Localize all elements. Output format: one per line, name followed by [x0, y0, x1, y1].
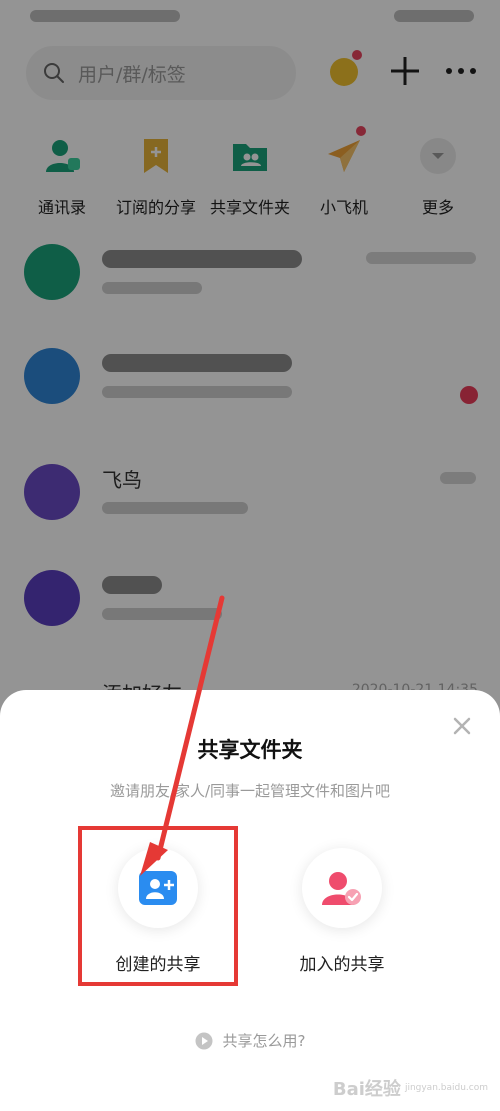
- play-icon: [195, 1032, 213, 1049]
- annotation-highlight-box: [78, 826, 238, 986]
- watermark: Bai经验 jingyan.baidu.com: [333, 1075, 488, 1101]
- joined-share-icon: [322, 872, 361, 905]
- shared-folder-sheet: 共享文件夹 邀请朋友/家人/同事一起管理文件和图片吧 创建的共享 加入的共享 共…: [0, 690, 500, 1111]
- watermark-text: Bai经验: [332, 1079, 401, 1100]
- sheet-subtitle: 邀请朋友/家人/同事一起管理文件和图片吧: [109, 782, 391, 800]
- sheet-title: 共享文件夹: [197, 738, 303, 762]
- joined-share-icon-wrap: [302, 848, 382, 928]
- joined-share-label: 加入的共享: [299, 955, 385, 975]
- close-icon[interactable]: [452, 716, 472, 736]
- help-text: 共享怎么用?: [222, 1032, 306, 1050]
- help-link[interactable]: 共享怎么用?: [0, 1030, 500, 1051]
- joined-share-button[interactable]: 加入的共享: [272, 848, 412, 975]
- watermark-sub: jingyan.baidu.com: [404, 1083, 488, 1093]
